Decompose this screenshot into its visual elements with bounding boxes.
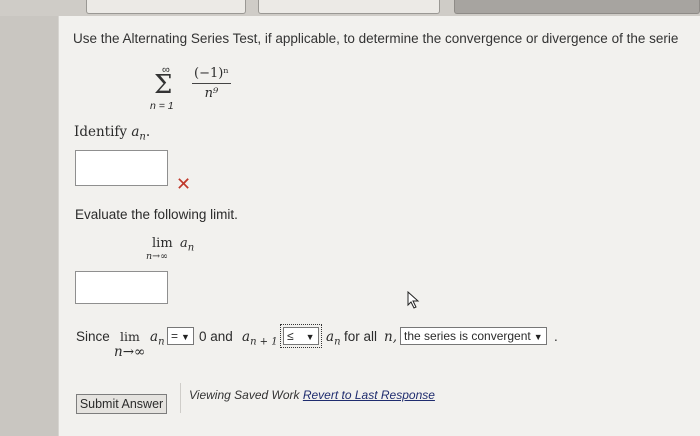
- since-var-sub: n: [158, 336, 165, 348]
- submit-answer-button[interactable]: Submit Answer: [76, 394, 167, 414]
- identify-label: Identify an.: [74, 124, 150, 143]
- equality-select[interactable]: = ▼: [167, 327, 194, 345]
- fraction-bar: [192, 83, 231, 84]
- lim-var-letter: a: [180, 236, 188, 251]
- mouse-cursor-icon: [407, 291, 420, 309]
- lim-word: lim: [152, 236, 173, 251]
- n-var: n,: [384, 329, 397, 345]
- zero-and-text: 0 and: [199, 329, 233, 344]
- a-n-sub: n: [334, 336, 341, 348]
- limit-answer-input[interactable]: [75, 271, 168, 304]
- fraction-numerator: (−1)ⁿ: [194, 66, 229, 81]
- conclusion-select[interactable]: the series is convergent ▼: [400, 327, 547, 345]
- saved-work-note: Viewing Saved Work Revert to Last Respon…: [189, 388, 435, 402]
- for-all-text: for all: [344, 329, 378, 344]
- lim-subscript: n→∞: [146, 251, 168, 262]
- a-next-var: an + 1: [242, 329, 278, 348]
- a-next-sub: n + 1: [250, 336, 278, 348]
- sum-lower-limit: n = 1: [150, 100, 174, 112]
- identify-word: Identify: [74, 124, 128, 140]
- since-lim-word: lim: [120, 329, 140, 344]
- incorrect-x-icon: ✕: [176, 174, 192, 194]
- sigma-symbol: Σ: [154, 70, 173, 100]
- chevron-down-icon: ▼: [181, 332, 190, 342]
- lim-var-sub: n: [187, 242, 195, 254]
- top-tab-1[interactable]: [86, 0, 246, 14]
- comparison-select[interactable]: ≤ ▼: [280, 324, 322, 348]
- revert-link[interactable]: Revert to Last Response: [303, 388, 435, 402]
- a-n-letter: a: [326, 329, 335, 345]
- top-tab-3[interactable]: [454, 0, 700, 14]
- chevron-down-icon: ▼: [533, 332, 543, 342]
- identify-answer-input[interactable]: [75, 150, 168, 186]
- fraction-denominator: n⁹: [204, 86, 219, 101]
- viewing-saved-text: Viewing Saved Work: [189, 388, 300, 402]
- a-n-var: an: [326, 329, 341, 348]
- equality-select-value: =: [171, 329, 179, 343]
- since-lim-var: an: [150, 329, 165, 348]
- series-expression: ∞ Σ n = 1 (−1)ⁿ n⁹: [148, 64, 238, 114]
- since-var-letter: a: [150, 329, 159, 345]
- since-statement: Since lim n→∞ an = ▼ 0 and an + 1 ≤ ▼ an f…: [76, 324, 696, 360]
- identify-punct: .: [145, 124, 151, 140]
- since-lim-sub: n→∞: [114, 344, 146, 360]
- end-period: .: [554, 329, 558, 344]
- comparison-select-value: ≤: [287, 329, 294, 343]
- since-word: Since: [76, 329, 110, 344]
- lim-var: an: [180, 236, 194, 254]
- conclusion-select-value: the series is convergent: [404, 329, 531, 343]
- top-tab-2[interactable]: [258, 0, 440, 14]
- evaluate-label: Evaluate the following limit.: [75, 207, 238, 222]
- chevron-down-icon: ▼: [305, 332, 315, 342]
- series-fraction: (−1)ⁿ n⁹: [192, 66, 231, 101]
- limit-expression: lim n→∞ an: [146, 236, 206, 266]
- action-divider: [180, 383, 181, 413]
- a-next-letter: a: [242, 329, 251, 345]
- top-strip: [0, 0, 700, 16]
- question-text: Use the Alternating Series Test, if appl…: [73, 31, 679, 46]
